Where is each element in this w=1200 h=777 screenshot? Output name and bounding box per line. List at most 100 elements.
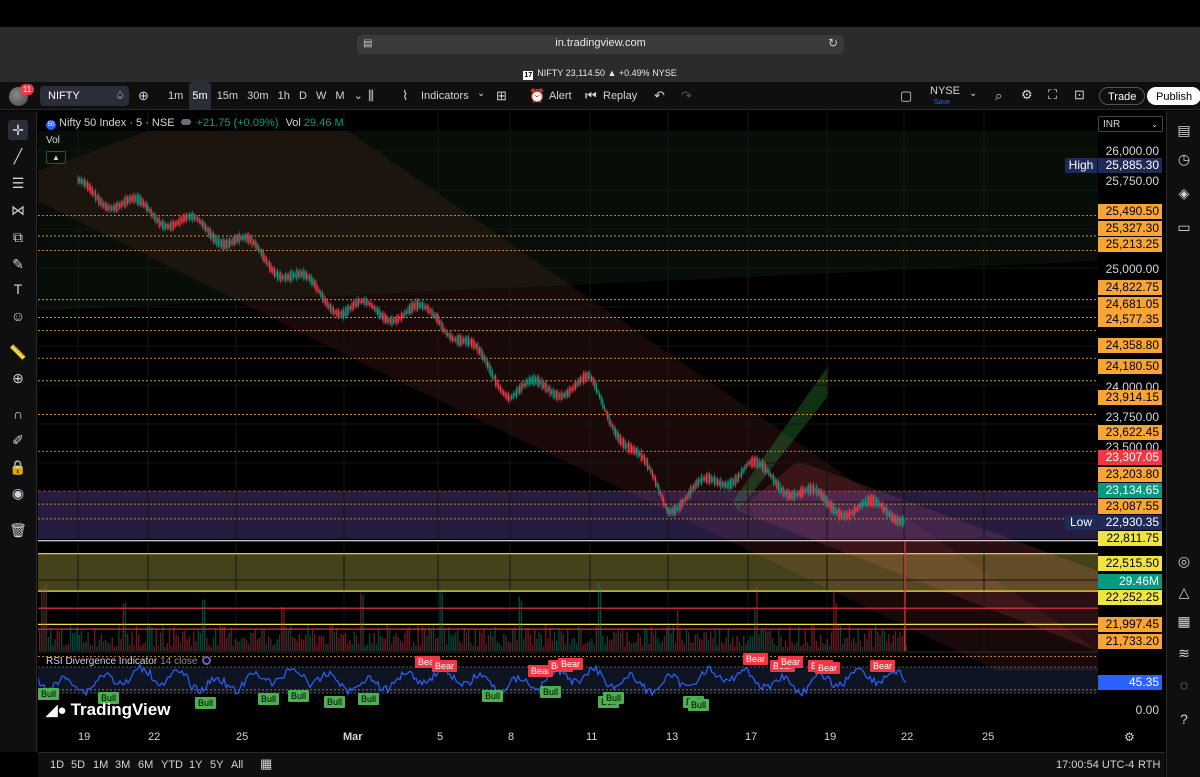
session-toggle[interactable]: RTH: [1138, 759, 1160, 771]
fib-icon[interactable]: ☰: [8, 173, 28, 193]
tradingview-logo[interactable]: ◢● TradingView: [46, 700, 170, 720]
layout-square-icon[interactable]: ▢: [900, 88, 912, 104]
help-icon[interactable]: ?: [1174, 709, 1194, 729]
compare-symbol-icon[interactable]: ⊕: [138, 88, 149, 104]
interval-1h[interactable]: 1h: [275, 82, 293, 110]
range-all[interactable]: All: [231, 759, 243, 771]
time-axis-settings-icon[interactable]: ⚙: [1124, 730, 1135, 744]
range-1y[interactable]: 1Y: [189, 759, 202, 771]
volume-bar: [435, 638, 437, 651]
text-tool-icon[interactable]: T: [8, 279, 28, 299]
candle-body: [482, 351, 484, 361]
range-3m[interactable]: 3M: [115, 759, 130, 771]
watchlist-icon[interactable]: ▤: [1174, 120, 1194, 140]
rsi-study-legend[interactable]: RSI Divergence Indicator 14 close: [46, 656, 212, 667]
candle-body: [784, 490, 786, 496]
candle-body: [429, 309, 431, 313]
reload-icon[interactable]: ↻: [828, 36, 838, 50]
volume-bar: [762, 629, 765, 651]
target-icon[interactable]: ◎: [1174, 551, 1194, 571]
range-5y[interactable]: 5Y: [210, 759, 223, 771]
volume-study-label[interactable]: Vol: [46, 135, 60, 146]
interval-m[interactable]: M: [332, 82, 347, 110]
ruler-icon[interactable]: 📏: [8, 342, 28, 362]
interval-1m[interactable]: 1m: [165, 82, 186, 110]
interval-30m[interactable]: 30m: [244, 82, 271, 110]
volume-bar: [804, 630, 806, 651]
alert-button[interactable]: Alert: [549, 82, 572, 110]
replay-icon[interactable]: ⏮: [585, 88, 597, 104]
camera-icon[interactable]: ⊡: [1074, 87, 1085, 103]
interval-15m[interactable]: 15m: [214, 82, 241, 110]
news-icon[interactable]: ≋: [1174, 643, 1194, 663]
indicators-chevron-icon[interactable]: ⌄: [477, 88, 485, 99]
layout-chevron-icon[interactable]: ⌄: [969, 88, 977, 99]
indicators-button[interactable]: Indicators: [421, 82, 469, 110]
candle-body: [261, 249, 263, 257]
brush-icon[interactable]: ✎: [8, 254, 28, 274]
notifications-icon[interactable]: ◌: [1174, 675, 1194, 695]
candle-body: [887, 509, 889, 517]
range-6m[interactable]: 6M: [138, 759, 153, 771]
trend-line-icon[interactable]: ╱: [8, 146, 28, 166]
alert-clock-icon[interactable]: ⏰: [529, 88, 545, 104]
candle-type-icon[interactable]: ⫼: [368, 88, 374, 104]
candle-body: [808, 484, 810, 495]
candle-body: [734, 475, 736, 487]
trade-button[interactable]: Trade: [1099, 87, 1146, 105]
volume-bar: [771, 638, 773, 651]
lock-icon[interactable]: 🔒: [8, 457, 28, 477]
volume-bar: [94, 627, 96, 651]
alerts-clock-icon[interactable]: ◷: [1174, 149, 1194, 169]
range-ytd[interactable]: YTD: [161, 759, 183, 771]
replay-button[interactable]: Replay: [603, 82, 637, 110]
candle-body: [712, 477, 714, 482]
clock-readout[interactable]: 17:00:54 UTC-4: [1056, 759, 1134, 771]
volume-bar: [142, 643, 144, 651]
crosshair-icon[interactable]: ✛: [8, 120, 28, 140]
interval-d[interactable]: D: [296, 82, 310, 110]
candle-body: [631, 444, 633, 453]
volume-bar: [703, 632, 705, 651]
prediction-icon[interactable]: ⧉: [8, 227, 28, 247]
volume-bar: [410, 646, 413, 651]
lock-drawings-icon[interactable]: ✐: [8, 430, 28, 450]
chevron-down-icon[interactable]: ⌄: [351, 82, 366, 110]
fullscreen-icon[interactable]: ⛶: [1048, 87, 1057, 103]
go-to-date-icon[interactable]: ▦: [260, 756, 272, 772]
emoji-icon[interactable]: ☺: [8, 306, 28, 326]
interval-5m[interactable]: 5m: [189, 82, 211, 110]
candle-body: [774, 478, 776, 485]
candle-body: [739, 473, 741, 477]
undo-icon[interactable]: ↶: [654, 88, 665, 104]
symbol-search-input[interactable]: NIFTY ♤: [40, 86, 129, 106]
address-bar[interactable]: ▤ in.tradingview.com ↻: [357, 35, 844, 54]
volume-bar: [190, 645, 193, 651]
volume-bar: [91, 645, 94, 651]
range-1d[interactable]: 1D: [50, 759, 64, 771]
redo-icon[interactable]: ↷: [681, 88, 692, 104]
collapse-legend-button[interactable]: ▲: [46, 151, 66, 164]
gear-icon[interactable]: ⚙: [1021, 87, 1033, 103]
ideas-icon[interactable]: △: [1174, 582, 1194, 602]
pattern-icon[interactable]: ⋈: [8, 200, 28, 220]
layout-templates-icon[interactable]: ⊞: [496, 88, 507, 104]
eye-icon[interactable]: ◉: [8, 483, 28, 503]
zoom-in-icon[interactable]: ⊕: [8, 368, 28, 388]
publish-button[interactable]: Publish: [1147, 87, 1200, 105]
trash-icon[interactable]: 🗑: [8, 520, 28, 540]
search-icon[interactable]: ⌕: [995, 88, 1002, 104]
layers-icon[interactable]: ◈: [1174, 183, 1194, 203]
chat-icon[interactable]: ▭: [1174, 217, 1194, 237]
candle-body: [277, 270, 279, 281]
candle-body: [842, 513, 844, 518]
candle-body: [520, 382, 522, 393]
magnet-icon[interactable]: ∩: [8, 404, 28, 424]
interval-w[interactable]: W: [313, 82, 329, 110]
range-1m[interactable]: 1M: [93, 759, 108, 771]
range-5d[interactable]: 5D: [71, 759, 85, 771]
currency-select[interactable]: INR ⌄: [1098, 116, 1163, 132]
indicators-icon[interactable]: ⌇: [402, 88, 408, 104]
calendar-icon[interactable]: ▦: [1174, 611, 1194, 631]
volume-bar: [318, 635, 320, 651]
